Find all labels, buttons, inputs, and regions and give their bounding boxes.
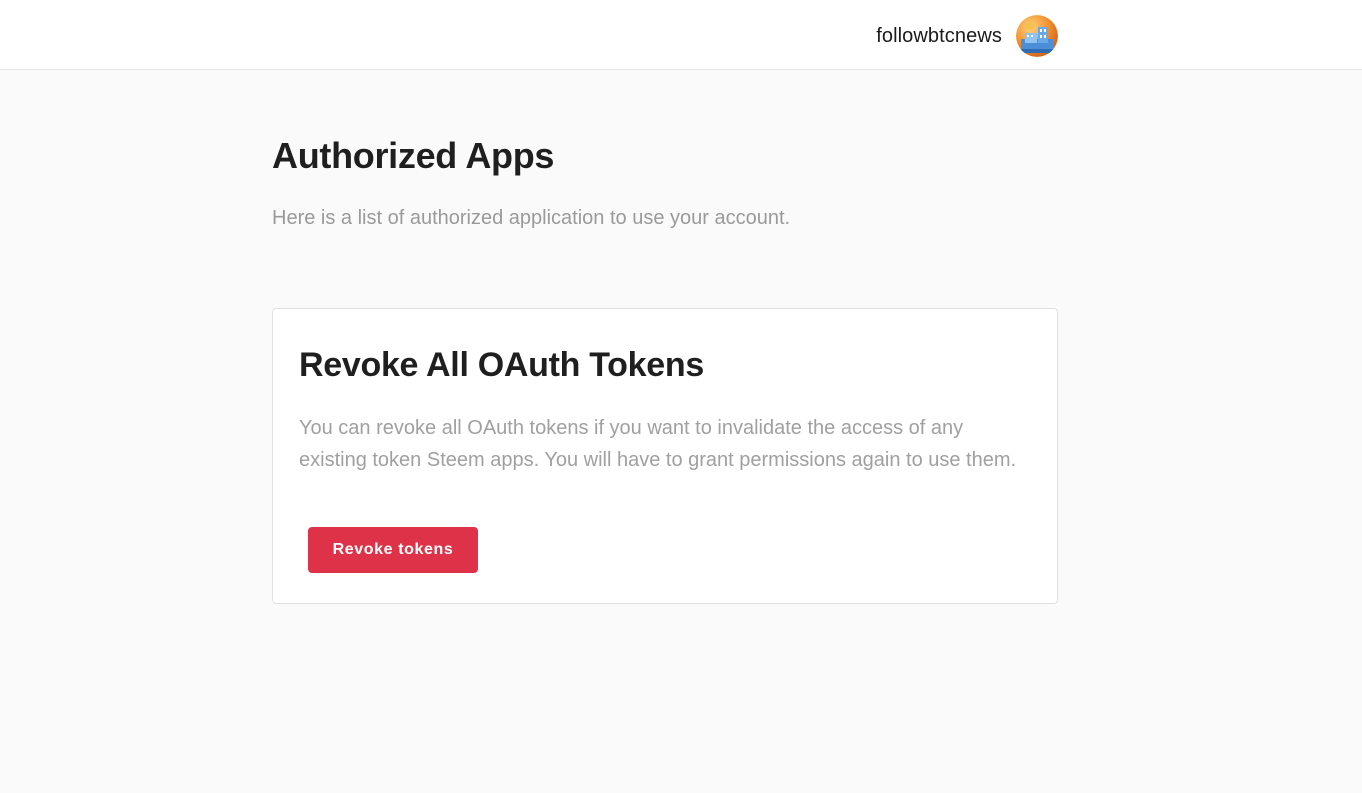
card-title: Revoke All OAuth Tokens [299,346,704,384]
top-navigation-bar: followbtcnews [0,0,1362,70]
username-label[interactable]: followbtcnews [876,25,1002,48]
page-subtitle: Here is a list of authorized application… [272,207,791,229]
revoke-tokens-button[interactable]: Revoke tokens [308,527,478,573]
user-avatar-icon[interactable] [1016,15,1058,57]
card-description: You can revoke all OAuth tokens if you w… [299,417,1017,471]
revoke-tokens-card: Revoke All OAuth Tokens You can revoke a… [272,308,1058,604]
page-title: Authorized Apps [272,135,555,176]
main-content: Authorized Apps Here is a list of author… [272,130,1058,232]
user-menu[interactable]: followbtcnews [876,15,1058,57]
